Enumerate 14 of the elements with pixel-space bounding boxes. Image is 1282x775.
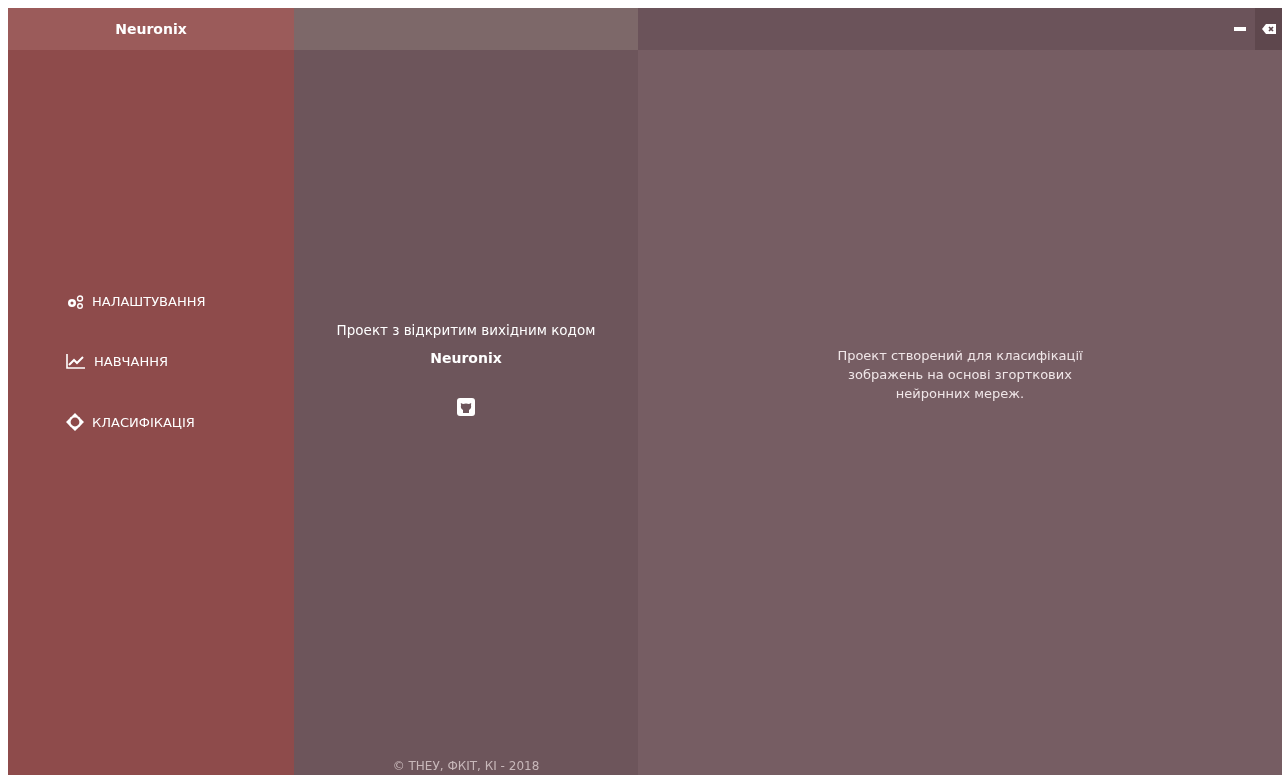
description-text: Проект створений для класифікації зображень на основі згорткових нейронних мереж.: [836, 347, 1084, 403]
sidebar-item[interactable]: НАЛАШТУВАННЯ: [66, 294, 294, 309]
gears-icon: [66, 294, 84, 309]
copyright-text: © ТНЕУ, ФКІТ, КІ - 2018: [392, 759, 540, 773]
project-name: Neuronix: [430, 350, 502, 366]
about-text: Проект з відкритим вихідним кодом: [336, 322, 596, 338]
close-icon: [1261, 24, 1276, 34]
sidebar-item[interactable]: КЛАСИФІКАЦІЯ: [66, 413, 294, 431]
sidebar-item[interactable]: НАВЧАННЯ: [66, 353, 294, 369]
close-button[interactable]: [1255, 8, 1282, 50]
app-title: Neuronix: [8, 8, 294, 50]
line-chart-icon: [66, 353, 86, 369]
minimize-icon: [1234, 27, 1246, 31]
github-icon[interactable]: [457, 398, 475, 416]
